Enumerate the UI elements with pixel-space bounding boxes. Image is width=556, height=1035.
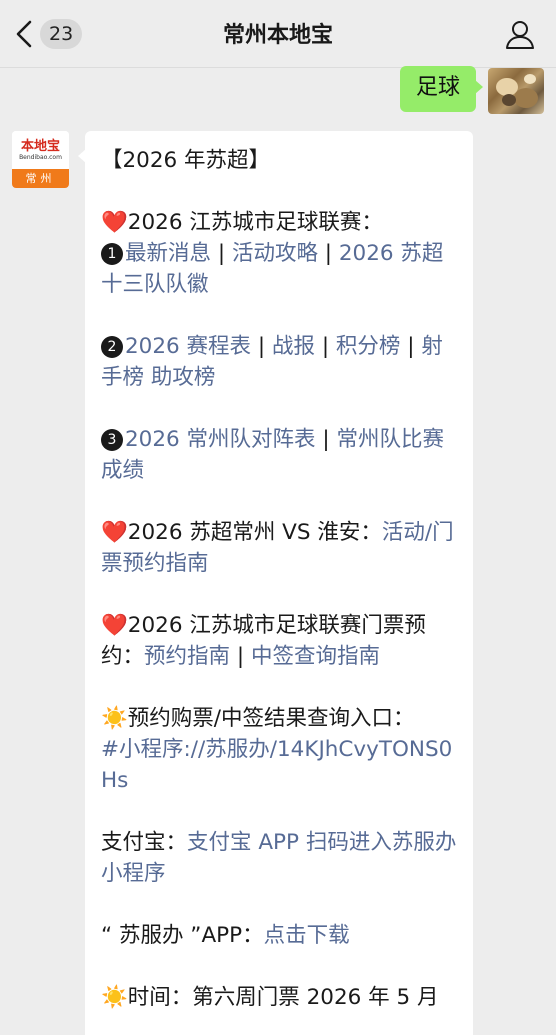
person-icon[interactable] [504,18,536,50]
section-8: “ 苏服办 ”APP：点击下载 [101,923,350,948]
logo-city: 常州 [12,169,69,188]
logo-name-en: Bendibao.com [19,153,62,161]
section-9: ☀️时间：第六周门票 2026 年 5 月 [101,985,439,1010]
link-mini-program[interactable]: #小程序://苏服办/14KJhCvyTONS0Hs [101,734,457,796]
link-latest-news[interactable]: 最新消息 [125,241,211,266]
circled-3-icon: 3 [101,429,123,451]
section-3-links: 3 2026 常州队对阵表 | 常州队比赛成绩 [101,427,444,483]
top-bar: 23 常州本地宝 [0,0,556,68]
section-5: ❤️2026 江苏城市足球联赛门票预约：预约指南 | 中签查询指南 [101,613,426,669]
heart-icon: ❤️ [101,210,128,235]
section-2-links: 2 2026 赛程表 | 战报 | 积分榜 | 射手榜 助攻榜 [101,334,443,390]
chevron-left-icon [10,14,38,54]
bot-avatar[interactable]: 本地宝 Bendibao.com 常州 [12,131,69,188]
heart-icon: ❤️ [101,520,128,545]
link-match-reports[interactable]: 战报 [272,334,315,359]
reply-heading: 【2026 年苏超】 [101,148,271,173]
reply-message-bubble: 【2026 年苏超】 ❤️2026 江苏城市足球联赛： 1 最新消息 | 活动攻略… [78,131,473,1035]
unread-count-badge: 23 [40,19,83,49]
section-7: 支付宝：支付宝 APP 扫码进入苏服办小程序 [101,830,457,886]
sent-message-row: 足球 [399,66,544,116]
user-avatar[interactable] [488,68,544,114]
circled-1-icon: 1 [101,243,123,265]
link-schedule[interactable]: 2026 赛程表 [125,334,251,359]
link-reservation-guide[interactable]: 预约指南 [144,644,230,669]
sun-icon: ☀️ [101,985,128,1010]
link-changzhou-fixtures[interactable]: 2026 常州队对阵表 [125,427,316,452]
section-4: ❤️2026 苏超常州 VS 淮安：活动/门票预约指南 [101,520,454,576]
section-6: ☀️预约购票/中签结果查询入口： [101,706,415,731]
section-1-links: 1 最新消息 | 活动攻略 | 2026 苏超十三队队徽 [101,241,444,297]
bendibao-logo: 本地宝 Bendibao.com [12,131,69,169]
sun-icon: ☀️ [101,706,128,731]
section-1-title: ❤️2026 江苏城市足球联赛： [101,210,383,235]
back-button[interactable]: 23 [10,14,90,54]
logo-name-cn: 本地宝 [20,138,60,154]
link-download-app[interactable]: 点击下载 [264,923,350,948]
link-lottery-query-guide[interactable]: 中签查询指南 [251,644,380,669]
link-standings[interactable]: 积分榜 [336,334,401,359]
sent-message-bubble[interactable]: 足球 [399,66,484,112]
heart-icon: ❤️ [101,613,128,638]
link-event-guide[interactable]: 活动攻略 [232,241,318,266]
circled-2-icon: 2 [101,336,123,358]
